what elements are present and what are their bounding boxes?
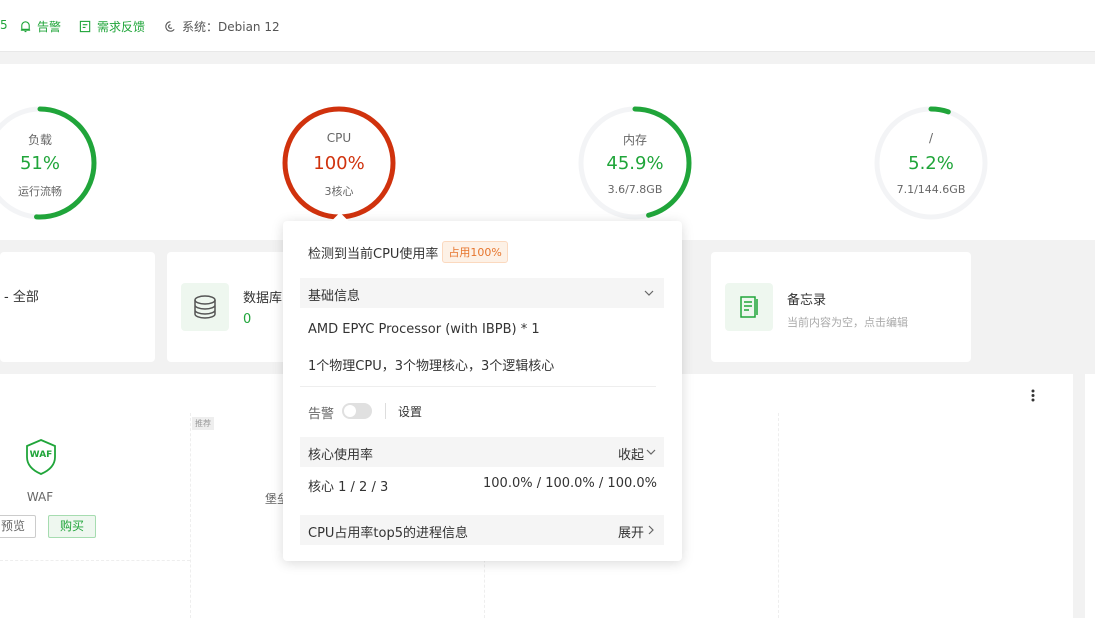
core-list: 核心 1 / 2 / 3 — [308, 480, 389, 495]
core-usage-values: 100.0% / 100.0% / 100.0% — [483, 476, 657, 491]
grid-divider — [0, 560, 190, 561]
memo-card[interactable]: 备忘录 当前内容为空，点击编辑 — [711, 252, 971, 362]
cpu-gauge-value: 100% — [313, 153, 365, 174]
more-menu-icon[interactable] — [1029, 388, 1037, 404]
buy-button[interactable]: 购买 — [48, 515, 96, 538]
preview-button[interactable]: 预览 — [0, 515, 36, 538]
top5-process-header[interactable]: CPU占用率top5的进程信息 展开 — [300, 515, 664, 545]
database-card-count: 0 — [243, 312, 252, 327]
waf-icon-text: WAF — [29, 450, 53, 460]
cpu-usage-badge: 占用100% — [442, 241, 508, 263]
load-gauge[interactable]: 负载 51% 运行流畅 — [0, 103, 100, 223]
memo-card-hint: 当前内容为空，点击编辑 — [787, 316, 908, 329]
right-panel-edge — [1085, 374, 1095, 618]
grid-divider — [778, 413, 779, 618]
alert-toggle-knob — [344, 405, 356, 417]
database-icon — [181, 283, 229, 331]
memory-gauge-title: 内存 — [622, 133, 647, 147]
alert-bell-icon — [20, 21, 31, 33]
topbar-partial-label: 5 — [0, 18, 8, 32]
core-usage-label: 核心使用率 — [308, 448, 374, 463]
topbar-feedback-button[interactable]: 需求反馈 — [79, 18, 145, 35]
cpu-gauge-title: CPU — [326, 131, 352, 145]
memory-gauge[interactable]: 内存 45.9% 3.6/7.8GB — [575, 103, 695, 223]
topbar-system-label: 系统：Debian 12 — [182, 20, 280, 34]
disk-gauge-value: 5.2% — [908, 153, 954, 174]
load-gauge-value: 51% — [19, 153, 60, 174]
cpu-model: AMD EPYC Processor (with IBPB) * 1 — [308, 322, 540, 337]
alert-toggle[interactable] — [342, 403, 372, 419]
cpu-topology: 1个物理CPU，3个物理核心，3个逻辑核心 — [308, 359, 555, 374]
separator — [385, 403, 386, 419]
topbar-alert-button[interactable]: 告警 — [19, 18, 61, 35]
cpu-detail-popover: 检测到当前CPU使用率 占用100% 基础信息 AMD EPYC Process… — [283, 212, 682, 561]
chevron-down-icon — [644, 290, 654, 296]
database-card-title: 数据库 — [243, 291, 283, 306]
alert-settings-link[interactable]: 设置 — [398, 403, 422, 420]
cpu-gauge[interactable]: CPU 100% 3核心 — [279, 103, 399, 223]
alert-toggle-label: 告警 — [308, 407, 335, 422]
topbar-partial-item[interactable]: 5 — [0, 18, 8, 32]
disk-gauge-title: / — [928, 131, 934, 145]
basic-info-header[interactable]: 基础信息 — [300, 278, 664, 308]
chevron-right-icon — [648, 525, 654, 535]
site-card[interactable]: - 全部 — [0, 252, 155, 362]
cpu-gauge-sub: 3核心 — [324, 185, 354, 198]
waf-name: WAF — [26, 490, 54, 504]
top-bar: 5 告警 需求反馈 系统：Debian 12 — [0, 0, 1095, 52]
memory-gauge-sub: 3.6/7.8GB — [607, 183, 663, 196]
section-divider — [300, 386, 656, 387]
recommend-tag: 推荐 — [192, 417, 214, 430]
site-card-title: - 全部 — [4, 290, 39, 305]
memory-gauge-value: 45.9% — [606, 153, 664, 174]
disk-gauge[interactable]: / 5.2% 7.1/144.6GB — [871, 103, 991, 223]
cpu-alert-heading-row: 检测到当前CPU使用率 占用100% — [308, 241, 508, 263]
memo-card-title: 备忘录 — [787, 293, 827, 308]
core-usage-header: 核心使用率 收起 — [300, 437, 664, 467]
disk-gauge-sub: 7.1/144.6GB — [896, 183, 966, 196]
database-card[interactable]: 数据库 0 — [167, 252, 287, 362]
topbar-system-info: 系统：Debian 12 — [164, 18, 280, 35]
chevron-down-icon — [646, 449, 656, 455]
feedback-icon — [79, 20, 91, 33]
load-gauge-title: 负载 — [27, 133, 52, 147]
expand-toggle[interactable]: 展开 — [618, 522, 644, 541]
basic-info-label: 基础信息 — [308, 289, 361, 304]
cpu-alert-heading: 检测到当前CPU使用率 — [308, 246, 439, 262]
collapse-toggle[interactable]: 收起 — [618, 444, 644, 463]
topbar-alert-label: 告警 — [37, 20, 62, 34]
load-gauge-sub: 运行流畅 — [18, 185, 62, 198]
topbar-feedback-label: 需求反馈 — [97, 20, 146, 34]
memo-icon — [725, 283, 773, 331]
waf-shield-icon[interactable]: WAF — [24, 438, 58, 476]
grid-divider — [190, 413, 191, 618]
debian-logo-icon — [165, 21, 175, 32]
top5-process-label: CPU占用率top5的进程信息 — [308, 526, 469, 541]
